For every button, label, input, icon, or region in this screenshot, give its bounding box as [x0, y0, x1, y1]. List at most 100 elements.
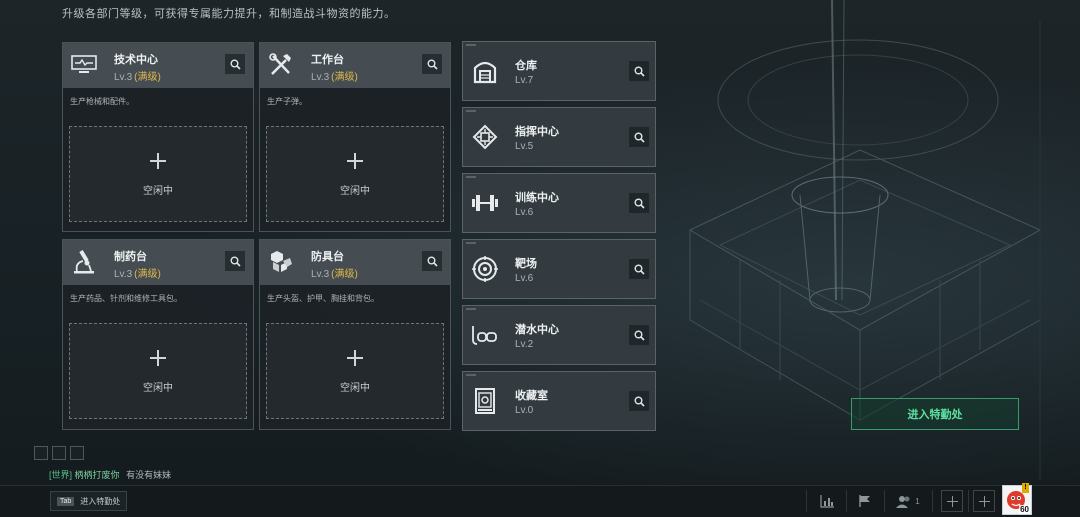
facility-title: 潜水中心 [515, 324, 559, 336]
card-description: 生产枪械和配件。 [70, 97, 134, 106]
divider [846, 490, 847, 512]
search-icon [427, 256, 438, 267]
facility-level: Lv.0 [515, 405, 534, 416]
flag-button[interactable] [852, 487, 878, 515]
max-level-tag: (满级) [331, 72, 358, 83]
card-title: 制药台 [114, 251, 147, 263]
search-button[interactable] [225, 251, 245, 271]
facility-title: 靶场 [515, 258, 537, 270]
friend-count: 1 [915, 496, 920, 506]
search-button[interactable] [422, 251, 442, 271]
production-slot[interactable]: 空闲中 [69, 323, 247, 419]
search-icon [634, 132, 645, 143]
friends-button[interactable]: 1 [892, 487, 924, 515]
chat-user: 柄柄打废你 [74, 470, 120, 480]
facility-title: 指挥中心 [515, 126, 559, 138]
facility-level: Lv.7 [515, 75, 534, 86]
facility-level: Lv.6 [515, 207, 534, 218]
search-icon [634, 330, 645, 341]
facility-card-warehouse[interactable]: 仓库 Lv.7 [462, 41, 656, 101]
card-description: 生产头盔、护甲、胸挂和背包。 [267, 294, 379, 303]
card-title: 技术中心 [114, 54, 158, 66]
production-slot[interactable]: 空闲中 [266, 323, 444, 419]
card-description: 生产子弹。 [267, 97, 307, 106]
slot-status: 空闲中 [143, 186, 173, 197]
facility-card-collection-room[interactable]: 收藏室 Lv.0 [462, 371, 656, 431]
search-button[interactable] [225, 54, 245, 74]
production-card-armor-bench: 防具台 Lv.3 (满级) 生产头盔、护甲、胸挂和背包。 空闲中 [259, 239, 451, 430]
computer-icon [69, 51, 99, 79]
card-corner-tag [466, 176, 476, 178]
search-button[interactable] [422, 54, 442, 74]
facility-card-training-center[interactable]: 训练中心 Lv.6 [462, 173, 656, 233]
chat-channel-button[interactable] [52, 446, 66, 460]
notification-badge: ! [1022, 483, 1029, 493]
plus-icon [347, 153, 363, 169]
production-card-tech-center: 技术中心 Lv.3 (满级) 生产枪械和配件。 空闲中 [62, 42, 254, 232]
search-button[interactable] [629, 127, 649, 147]
production-card-pharmacy: 制药台 Lv.3 (满级) 生产药品、针剂和维修工具包。 空闲中 [62, 239, 254, 430]
search-button[interactable] [629, 259, 649, 279]
facility-level: Lv.5 [515, 141, 534, 152]
facility-card-shooting-range[interactable]: 靶场 Lv.6 [462, 239, 656, 299]
search-button[interactable] [629, 61, 649, 81]
card-level: Lv.3 (满级) [311, 269, 358, 280]
max-level-tag: (满级) [331, 269, 358, 280]
flag-icon [859, 495, 870, 507]
chat-channel: [世界] [49, 470, 73, 480]
search-icon [634, 264, 645, 275]
facility-title: 仓库 [515, 60, 537, 72]
card-header: 工作台 Lv.3 (满级) [260, 43, 450, 88]
search-button[interactable] [629, 391, 649, 411]
tools-icon [266, 51, 296, 79]
search-button[interactable] [629, 193, 649, 213]
card-corner-tag [466, 242, 476, 244]
production-slot[interactable]: 空闲中 [266, 126, 444, 222]
facility-card-command-center[interactable]: 指挥中心 Lv.5 [462, 107, 656, 167]
add-slot-button[interactable] [940, 487, 964, 515]
vault-icon [471, 386, 499, 416]
max-level-tag: (满级) [134, 269, 161, 280]
chat-controls [34, 446, 84, 460]
search-icon [634, 66, 645, 77]
production-slot[interactable]: 空闲中 [69, 126, 247, 222]
tab-label: 进入特勤处 [80, 496, 121, 506]
bar-chart-icon [820, 494, 834, 508]
facility-level: Lv.6 [515, 273, 534, 284]
divider [884, 490, 885, 512]
card-corner-tag [466, 44, 476, 46]
tab-shortcut-hint[interactable]: Tab 进入特勤处 [50, 491, 128, 511]
warehouse-icon [471, 56, 499, 86]
card-corner-tag [466, 374, 476, 376]
plus-icon [973, 490, 995, 512]
facility-card-diving-center[interactable]: 潜水中心 Lv.2 [462, 305, 656, 365]
search-button[interactable] [629, 325, 649, 345]
facility-level: Lv.2 [515, 339, 534, 350]
friends-icon [896, 495, 910, 508]
slot-status: 空闲中 [340, 383, 370, 394]
card-header: 技术中心 Lv.3 (满级) [63, 43, 253, 88]
facility-title: 收藏室 [515, 390, 548, 402]
cubes-icon [266, 248, 296, 276]
card-description: 生产药品、针剂和维修工具包。 [70, 294, 182, 303]
production-card-workbench: 工作台 Lv.3 (满级) 生产子弹。 空闲中 [259, 42, 451, 232]
card-level: Lv.3 (满级) [311, 72, 358, 83]
card-corner-tag [466, 110, 476, 112]
slot-status: 空闲中 [340, 186, 370, 197]
chat-toggle-button[interactable] [34, 446, 48, 460]
enter-special-ops-button[interactable]: 进入特勤处 [851, 398, 1019, 430]
add-slot-button[interactable] [972, 487, 996, 515]
page-subtitle: 升级各部门等级，可获得专属能力提升，和制造战斗物资的能力。 [62, 8, 396, 20]
target-icon [471, 254, 499, 284]
chat-message[interactable]: [世界] 柄柄打废你 有没有妹妹 [49, 468, 171, 481]
dumbbell-icon [471, 188, 499, 218]
stats-button[interactable] [814, 487, 840, 515]
microscope-icon [69, 248, 99, 276]
chat-settings-button[interactable] [70, 446, 84, 460]
plus-icon [150, 153, 166, 169]
slot-status: 空闲中 [143, 383, 173, 394]
facility-title: 训练中心 [515, 192, 559, 204]
search-icon [634, 396, 645, 407]
player-level: 60 [1019, 505, 1030, 514]
plus-icon [941, 490, 963, 512]
